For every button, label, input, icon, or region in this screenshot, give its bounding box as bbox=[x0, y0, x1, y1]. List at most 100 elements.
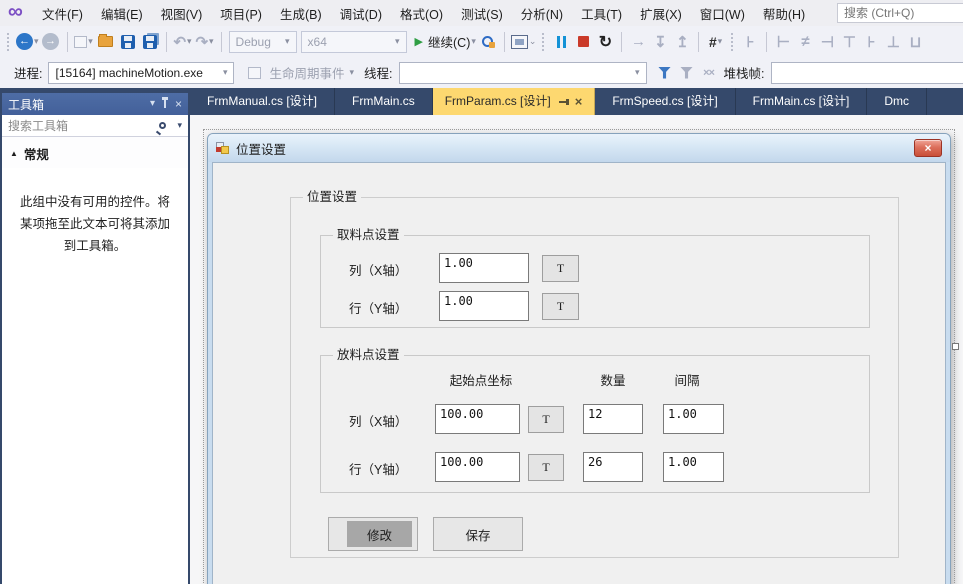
toolbox-search-input[interactable]: 搜索工具箱 ▾ bbox=[2, 115, 188, 137]
debug-location-toolbar: 进程: [15164] machineMotion.exe▾ 生命周期事件 ▾ … bbox=[0, 57, 963, 88]
menu-analyze[interactable]: 分析(N) bbox=[512, 1, 572, 26]
tab-frmmanual-design[interactable]: FrmManual.cs [设计] bbox=[190, 88, 335, 115]
chevron-down-icon[interactable]: ▾ bbox=[177, 120, 182, 131]
chevron-down-icon: ▾ bbox=[285, 36, 290, 47]
redo-button[interactable]: ↷▾ bbox=[195, 30, 215, 54]
close-tab-icon[interactable]: × bbox=[575, 95, 583, 108]
stack-frame-select[interactable]: ▾ bbox=[771, 62, 963, 84]
chevron-down-icon: ▾ bbox=[88, 36, 93, 47]
menu-edit[interactable]: 编辑(E) bbox=[92, 1, 152, 26]
menu-window[interactable]: 窗口(W) bbox=[691, 1, 754, 26]
toolbar-grip[interactable] bbox=[541, 33, 546, 51]
toolbox-header[interactable]: 工具箱 ▾ × bbox=[2, 93, 188, 115]
form-close-button[interactable]: × bbox=[914, 139, 942, 157]
save-button[interactable] bbox=[118, 30, 138, 54]
stop-debugging-button[interactable] bbox=[573, 30, 593, 54]
toolbox-section-general[interactable]: ▲ 常规 bbox=[2, 137, 188, 168]
close-icon[interactable]: × bbox=[175, 99, 182, 109]
show-all-windows-button[interactable]: ⌄ bbox=[511, 30, 537, 54]
align-bottoms-button[interactable]: ⊥ bbox=[883, 30, 903, 54]
filter-flagged-icon bbox=[680, 67, 693, 79]
apply-code-changes-button[interactable] bbox=[478, 30, 498, 54]
toolbar-grip[interactable] bbox=[730, 33, 735, 51]
menu-debug[interactable]: 调试(D) bbox=[331, 1, 391, 26]
save-all-button[interactable] bbox=[140, 30, 160, 54]
show-next-statement-button[interactable]: ⊦ bbox=[740, 30, 760, 54]
hex-display-button[interactable]: #▾ bbox=[705, 30, 725, 54]
align-rights-icon: ⊣ bbox=[821, 33, 834, 51]
align-lefts-icon: ⊢ bbox=[777, 33, 790, 51]
align-rights-button[interactable]: ⊣ bbox=[817, 30, 837, 54]
menu-file[interactable]: 文件(F) bbox=[33, 1, 92, 26]
tab-frmmain[interactable]: FrmMain.cs bbox=[335, 88, 433, 115]
drop-col-x-count-input[interactable]: 12 bbox=[583, 404, 643, 434]
drop-col-x-start-input[interactable]: 100.00 bbox=[435, 404, 520, 434]
thread-select[interactable]: ▾ bbox=[399, 62, 647, 84]
pickup-row-y-teach-button[interactable]: T bbox=[542, 293, 579, 320]
drop-row-y-interval-input[interactable]: 1.00 bbox=[663, 452, 724, 482]
step-out-button[interactable]: ↥ bbox=[672, 30, 692, 54]
continue-button[interactable]: ▶继续(C)▾ bbox=[415, 30, 476, 54]
pickup-col-x-teach-button[interactable]: T bbox=[542, 255, 579, 282]
solution-platform-select[interactable]: x64▾ bbox=[301, 31, 407, 53]
undo-button[interactable]: ↶▾ bbox=[173, 30, 193, 54]
vs-ide-window: ∞ 文件(F) 编辑(E) 视图(V) 项目(P) 生成(B) 调试(D) 格式… bbox=[0, 0, 963, 584]
drop-point-group-label: 放料点设置 bbox=[333, 348, 404, 363]
save-form-button[interactable]: 保存 bbox=[433, 517, 523, 551]
drop-col-x-interval-input[interactable]: 1.00 bbox=[663, 404, 724, 434]
navigate-back-button[interactable]: ←▾ bbox=[16, 30, 39, 54]
toggle-suppressed-button[interactable]: ×× bbox=[699, 61, 719, 85]
lifecycle-icon-button[interactable] bbox=[244, 61, 264, 85]
form-title-bar: 位置设置 × bbox=[208, 134, 950, 162]
step-into-button[interactable]: ↧ bbox=[650, 30, 670, 54]
modify-button-highlight: 修改 bbox=[347, 521, 412, 547]
menu-help[interactable]: 帮助(H) bbox=[754, 1, 814, 26]
process-select[interactable]: [15164] machineMotion.exe▾ bbox=[48, 62, 234, 84]
drop-row-y-teach-button[interactable]: T bbox=[528, 454, 564, 481]
modify-button[interactable]: 修改 bbox=[328, 517, 418, 551]
step-over-button[interactable]: → bbox=[628, 30, 648, 54]
lifecycle-events-label[interactable]: 生命周期事件 bbox=[269, 63, 344, 82]
designed-form-window[interactable]: 位置设置 × 位置设置 取料点设置 列（X轴） 1.00 bbox=[207, 133, 951, 584]
lifecycle-icon bbox=[248, 67, 261, 79]
toolbox-panel: 工具箱 ▾ × 搜索工具箱 ▾ ▲ 常规 此组中没有可用的控件。将某项拖至此文本… bbox=[2, 93, 188, 584]
align-middles-button[interactable]: ⊦ bbox=[861, 30, 881, 54]
pickup-row-y-input[interactable]: 1.00 bbox=[439, 291, 529, 321]
pin-tab-icon[interactable] bbox=[559, 101, 567, 103]
menu-extensions[interactable]: 扩展(X) bbox=[631, 1, 691, 26]
align-tops-button[interactable]: ⊤ bbox=[839, 30, 859, 54]
menu-build[interactable]: 生成(B) bbox=[271, 1, 331, 26]
solution-configuration-select[interactable]: Debug▾ bbox=[229, 31, 297, 53]
drop-row-y-count-input[interactable]: 26 bbox=[583, 452, 643, 482]
quick-search-input[interactable]: 搜索 (Ctrl+Q) bbox=[837, 3, 963, 23]
new-window-button[interactable]: ▾ bbox=[74, 30, 94, 54]
menu-view[interactable]: 视图(V) bbox=[152, 1, 212, 26]
tab-frmspeed-design[interactable]: FrmSpeed.cs [设计] bbox=[595, 88, 735, 115]
menu-tools[interactable]: 工具(T) bbox=[572, 1, 631, 26]
menu-format[interactable]: 格式(O) bbox=[391, 1, 452, 26]
resize-handle[interactable] bbox=[952, 343, 959, 350]
tab-frmparam-design[interactable]: FrmParam.cs [设计] × bbox=[433, 88, 596, 115]
toolbar-grip[interactable] bbox=[6, 33, 11, 51]
filter-threads-button[interactable] bbox=[655, 61, 675, 85]
break-all-button[interactable] bbox=[551, 30, 571, 54]
menu-test[interactable]: 测试(S) bbox=[452, 1, 512, 26]
continue-label: 继续(C) bbox=[428, 32, 470, 51]
make-same-size-button[interactable]: ⊔ bbox=[905, 30, 925, 54]
drop-col-x-teach-button[interactable]: T bbox=[528, 406, 564, 433]
filter-flagged-button[interactable] bbox=[677, 61, 697, 85]
pickup-col-x-input[interactable]: 1.00 bbox=[439, 253, 529, 283]
chevron-down-icon: ▾ bbox=[635, 67, 640, 78]
window-position-icon[interactable]: ▾ bbox=[150, 99, 155, 109]
menu-project[interactable]: 项目(P) bbox=[211, 1, 271, 26]
open-file-button[interactable] bbox=[96, 30, 116, 54]
align-centers-button[interactable]: ≠ bbox=[795, 30, 815, 54]
tab-frmmain-design[interactable]: FrmMain.cs [设计] bbox=[736, 88, 868, 115]
restart-button[interactable]: ↻ bbox=[595, 30, 615, 54]
navigate-forward-button[interactable]: → bbox=[41, 30, 61, 54]
chevron-down-icon: ▾ bbox=[395, 36, 400, 47]
pin-icon[interactable] bbox=[164, 100, 166, 108]
align-lefts-button[interactable]: ⊢ bbox=[773, 30, 793, 54]
tab-dmc[interactable]: Dmc bbox=[867, 88, 927, 115]
drop-row-y-start-input[interactable]: 100.00 bbox=[435, 452, 520, 482]
